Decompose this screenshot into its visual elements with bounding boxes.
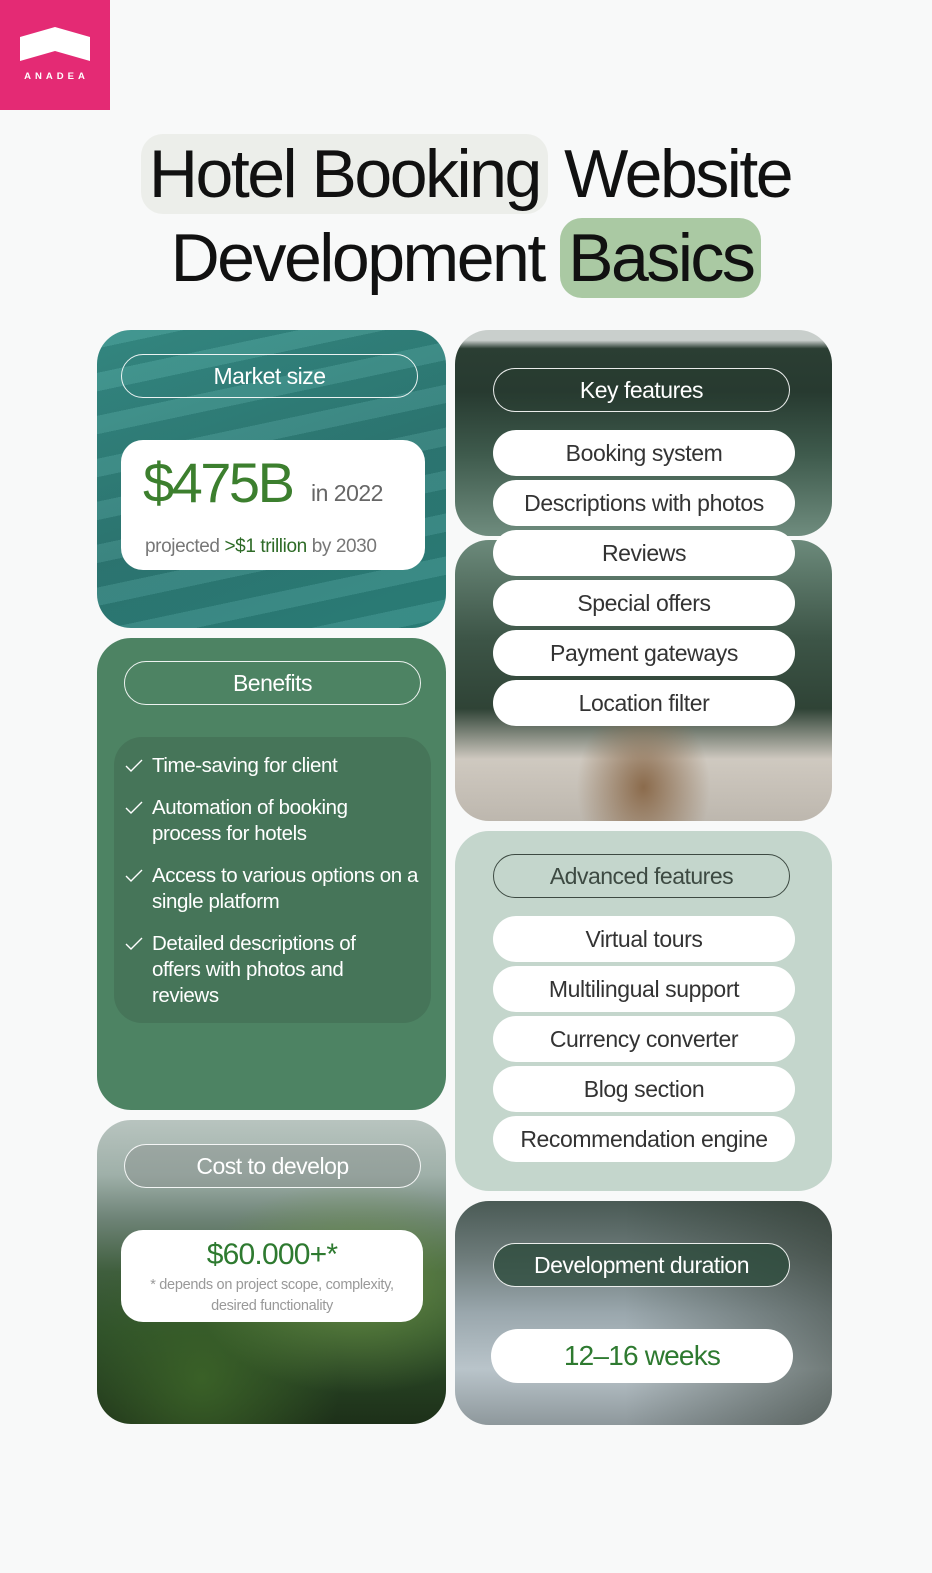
benefits-card: Benefits Time-saving for client Automati… bbox=[97, 638, 446, 1110]
cost-value-box: $60.000+* * depends on project scope, co… bbox=[121, 1230, 423, 1322]
market-value-box: $475B in 2022 projected >$1 trillion by … bbox=[121, 440, 425, 570]
advanced-feature-item: Currency converter bbox=[493, 1016, 795, 1062]
key-features-heading: Key features bbox=[493, 368, 790, 412]
key-feature-item: Special offers bbox=[493, 580, 795, 626]
cost-note: * depends on project scope, complexity, … bbox=[150, 1277, 394, 1314]
advanced-feature-item: Virtual tours bbox=[493, 916, 795, 962]
benefits-heading: Benefits bbox=[124, 661, 421, 705]
anadea-logo[interactable]: ANADEA bbox=[0, 0, 110, 110]
development-duration-card: Development duration 12–16 weeks bbox=[455, 1201, 832, 1425]
title-highlight-green: Basics bbox=[560, 218, 762, 298]
benefit-text: Access to various options on a single pl… bbox=[152, 864, 419, 913]
key-feature-item: Location filter bbox=[493, 680, 795, 726]
projection-prefix: projected bbox=[145, 536, 220, 557]
check-icon bbox=[125, 937, 143, 950]
check-icon bbox=[125, 759, 143, 772]
check-icon bbox=[125, 801, 143, 814]
page-title-line-2: Development Basics bbox=[0, 218, 932, 298]
key-feature-item: Reviews bbox=[493, 530, 795, 576]
title-word: Website bbox=[564, 136, 793, 212]
advanced-feature-item: Blog section bbox=[493, 1066, 795, 1112]
roof-icon bbox=[20, 27, 90, 61]
benefit-text: Automation of booking process for hotels bbox=[152, 796, 348, 845]
projection-value: >$1 trillion bbox=[224, 536, 307, 557]
market-value-year: in 2022 bbox=[311, 480, 383, 506]
benefit-text: Time-saving for client bbox=[152, 754, 338, 777]
title-word: Development bbox=[170, 220, 547, 296]
advanced-features-heading: Advanced features bbox=[493, 854, 790, 898]
key-feature-item: Booking system bbox=[493, 430, 795, 476]
cost-heading: Cost to develop bbox=[124, 1144, 421, 1188]
benefit-text: Detailed descriptions of offers with pho… bbox=[152, 932, 356, 1007]
projection-suffix: by 2030 bbox=[311, 536, 377, 557]
market-value: $475B bbox=[143, 451, 295, 514]
page-title-line-1: Hotel Booking Website bbox=[0, 134, 932, 214]
duration-heading: Development duration bbox=[493, 1243, 790, 1287]
logo-text: ANADEA bbox=[24, 71, 89, 82]
cost-value: $60.000+* bbox=[206, 1238, 338, 1271]
market-size-card: Market size $475B in 2022 projected >$1 … bbox=[97, 330, 446, 628]
advanced-feature-item: Recommendation engine bbox=[493, 1116, 795, 1162]
benefits-list: Time-saving for client Automation of boo… bbox=[114, 737, 431, 1023]
key-feature-item: Payment gateways bbox=[493, 630, 795, 676]
duration-value: 12–16 weeks bbox=[491, 1329, 793, 1383]
market-projection: projected >$1 trillion by 2030 bbox=[145, 536, 377, 558]
market-size-heading: Market size bbox=[121, 354, 418, 398]
key-feature-item: Descriptions with photos bbox=[493, 480, 795, 526]
advanced-feature-item: Multilingual support bbox=[493, 966, 795, 1012]
cost-to-develop-card: Cost to develop $60.000+* * depends on p… bbox=[97, 1120, 446, 1424]
title-highlight-grey: Hotel Booking bbox=[140, 134, 548, 214]
advanced-features-card: Advanced features Virtual tours Multilin… bbox=[455, 831, 832, 1191]
check-icon bbox=[125, 869, 143, 882]
